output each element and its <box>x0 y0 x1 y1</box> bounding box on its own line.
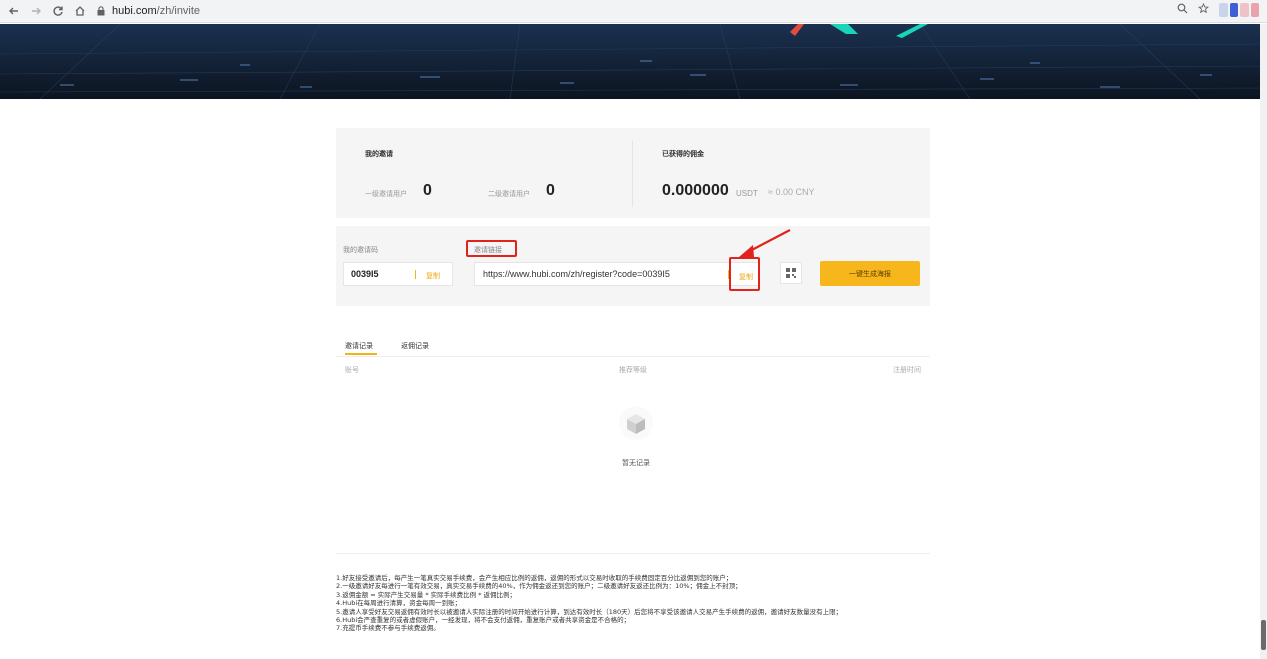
home-icon[interactable] <box>72 3 88 19</box>
browser-toolbar: hubi.com/zh/invite <box>0 0 1267 23</box>
rule-item: 5.邀请人享受好友交易返佣有效时长以被邀请人实际注册的时间开始进行计算，到达有效… <box>336 607 843 616</box>
page-scrollbar[interactable] <box>1260 24 1267 659</box>
hero-banner <box>0 24 1267 99</box>
column-account: 账号 <box>345 366 359 374</box>
my-invites-title: 我的邀请 <box>365 150 393 158</box>
tab-rebate-records[interactable]: 返佣记录 <box>401 341 429 351</box>
level2-count: 0 <box>546 182 555 199</box>
bookmark-star-icon[interactable] <box>1197 2 1210 17</box>
annotation-link-label-box <box>466 240 517 257</box>
commission-unit: USDT <box>736 189 758 198</box>
rule-item: 7.充提币手续费不参与手续费返佣。 <box>336 624 440 633</box>
rules-list: 1.好友接受邀请后，每产生一笔真实交易手续费，会产生相应比例的返佣，返佣的形式以… <box>336 574 930 633</box>
invite-link-card: 我的邀请码 邀请链接 0039I5 复制 https://www.hubi.co… <box>336 226 930 306</box>
active-tab-indicator <box>345 353 377 355</box>
commission-value: 0.000000 <box>662 182 729 199</box>
reload-icon[interactable] <box>50 3 66 19</box>
invite-code-value: 0039I5 <box>351 269 379 279</box>
level1-label: 一级邀请用户 <box>365 190 407 198</box>
commission-title: 已获得的佣金 <box>662 150 704 158</box>
rule-item: 3.返佣金额 = 实际产生交易量 * 实际手续费比例 * 返佣比例； <box>336 590 517 599</box>
code-separator <box>415 270 416 279</box>
tab-invite-records[interactable]: 邀请记录 <box>345 341 373 351</box>
address-bar[interactable]: hubi.com/zh/invite <box>96 3 200 20</box>
annotation-arrow-icon <box>739 229 791 257</box>
annotation-copy-box <box>729 257 760 291</box>
tabs-divider <box>336 356 930 357</box>
commission-conversion: ≈ 0.00 CNY <box>768 187 815 197</box>
invite-code-label: 我的邀请码 <box>343 246 378 254</box>
invite-link-value[interactable]: https://www.hubi.com/zh/register?code=00… <box>483 269 670 279</box>
invite-code-field: 0039I5 复制 <box>343 262 453 286</box>
forward-icon[interactable] <box>28 3 44 19</box>
generate-poster-button[interactable]: 一键生成海报 <box>820 261 920 286</box>
empty-box-icon <box>619 406 653 440</box>
qr-code-icon <box>786 268 796 278</box>
invite-link-field: https://www.hubi.com/zh/register?code=00… <box>474 262 760 286</box>
level1-count: 0 <box>423 182 432 199</box>
scrollbar-thumb[interactable] <box>1261 620 1266 650</box>
copy-code-button[interactable]: 复制 <box>426 271 440 281</box>
extensions-icon[interactable] <box>1219 3 1259 17</box>
stats-divider <box>632 141 633 207</box>
banner-graphic <box>0 24 1267 99</box>
url-text: hubi.com/zh/invite <box>112 5 201 17</box>
rules-divider <box>336 553 930 554</box>
empty-state-text: 暂无记录 <box>622 459 650 467</box>
rule-item: 4.Hubi在每周进行清算，资金每周一到账； <box>336 599 462 608</box>
level2-label: 二级邀请用户 <box>488 190 530 198</box>
back-icon[interactable] <box>6 3 22 19</box>
qr-code-button[interactable] <box>780 262 802 284</box>
rule-item: 2.一级邀请好友每进行一笔有效交易，真实交易手续费的40%，作为佣金返还到您的账… <box>336 582 742 591</box>
column-level: 推荐等级 <box>619 366 647 374</box>
column-register-time: 注册时间 <box>893 366 921 374</box>
zoom-icon[interactable] <box>1177 3 1188 17</box>
lock-icon <box>96 5 106 17</box>
invite-stats-card: 我的邀请 一级邀请用户 0 二级邀请用户 0 已获得的佣金 0.000000 U… <box>336 128 930 218</box>
